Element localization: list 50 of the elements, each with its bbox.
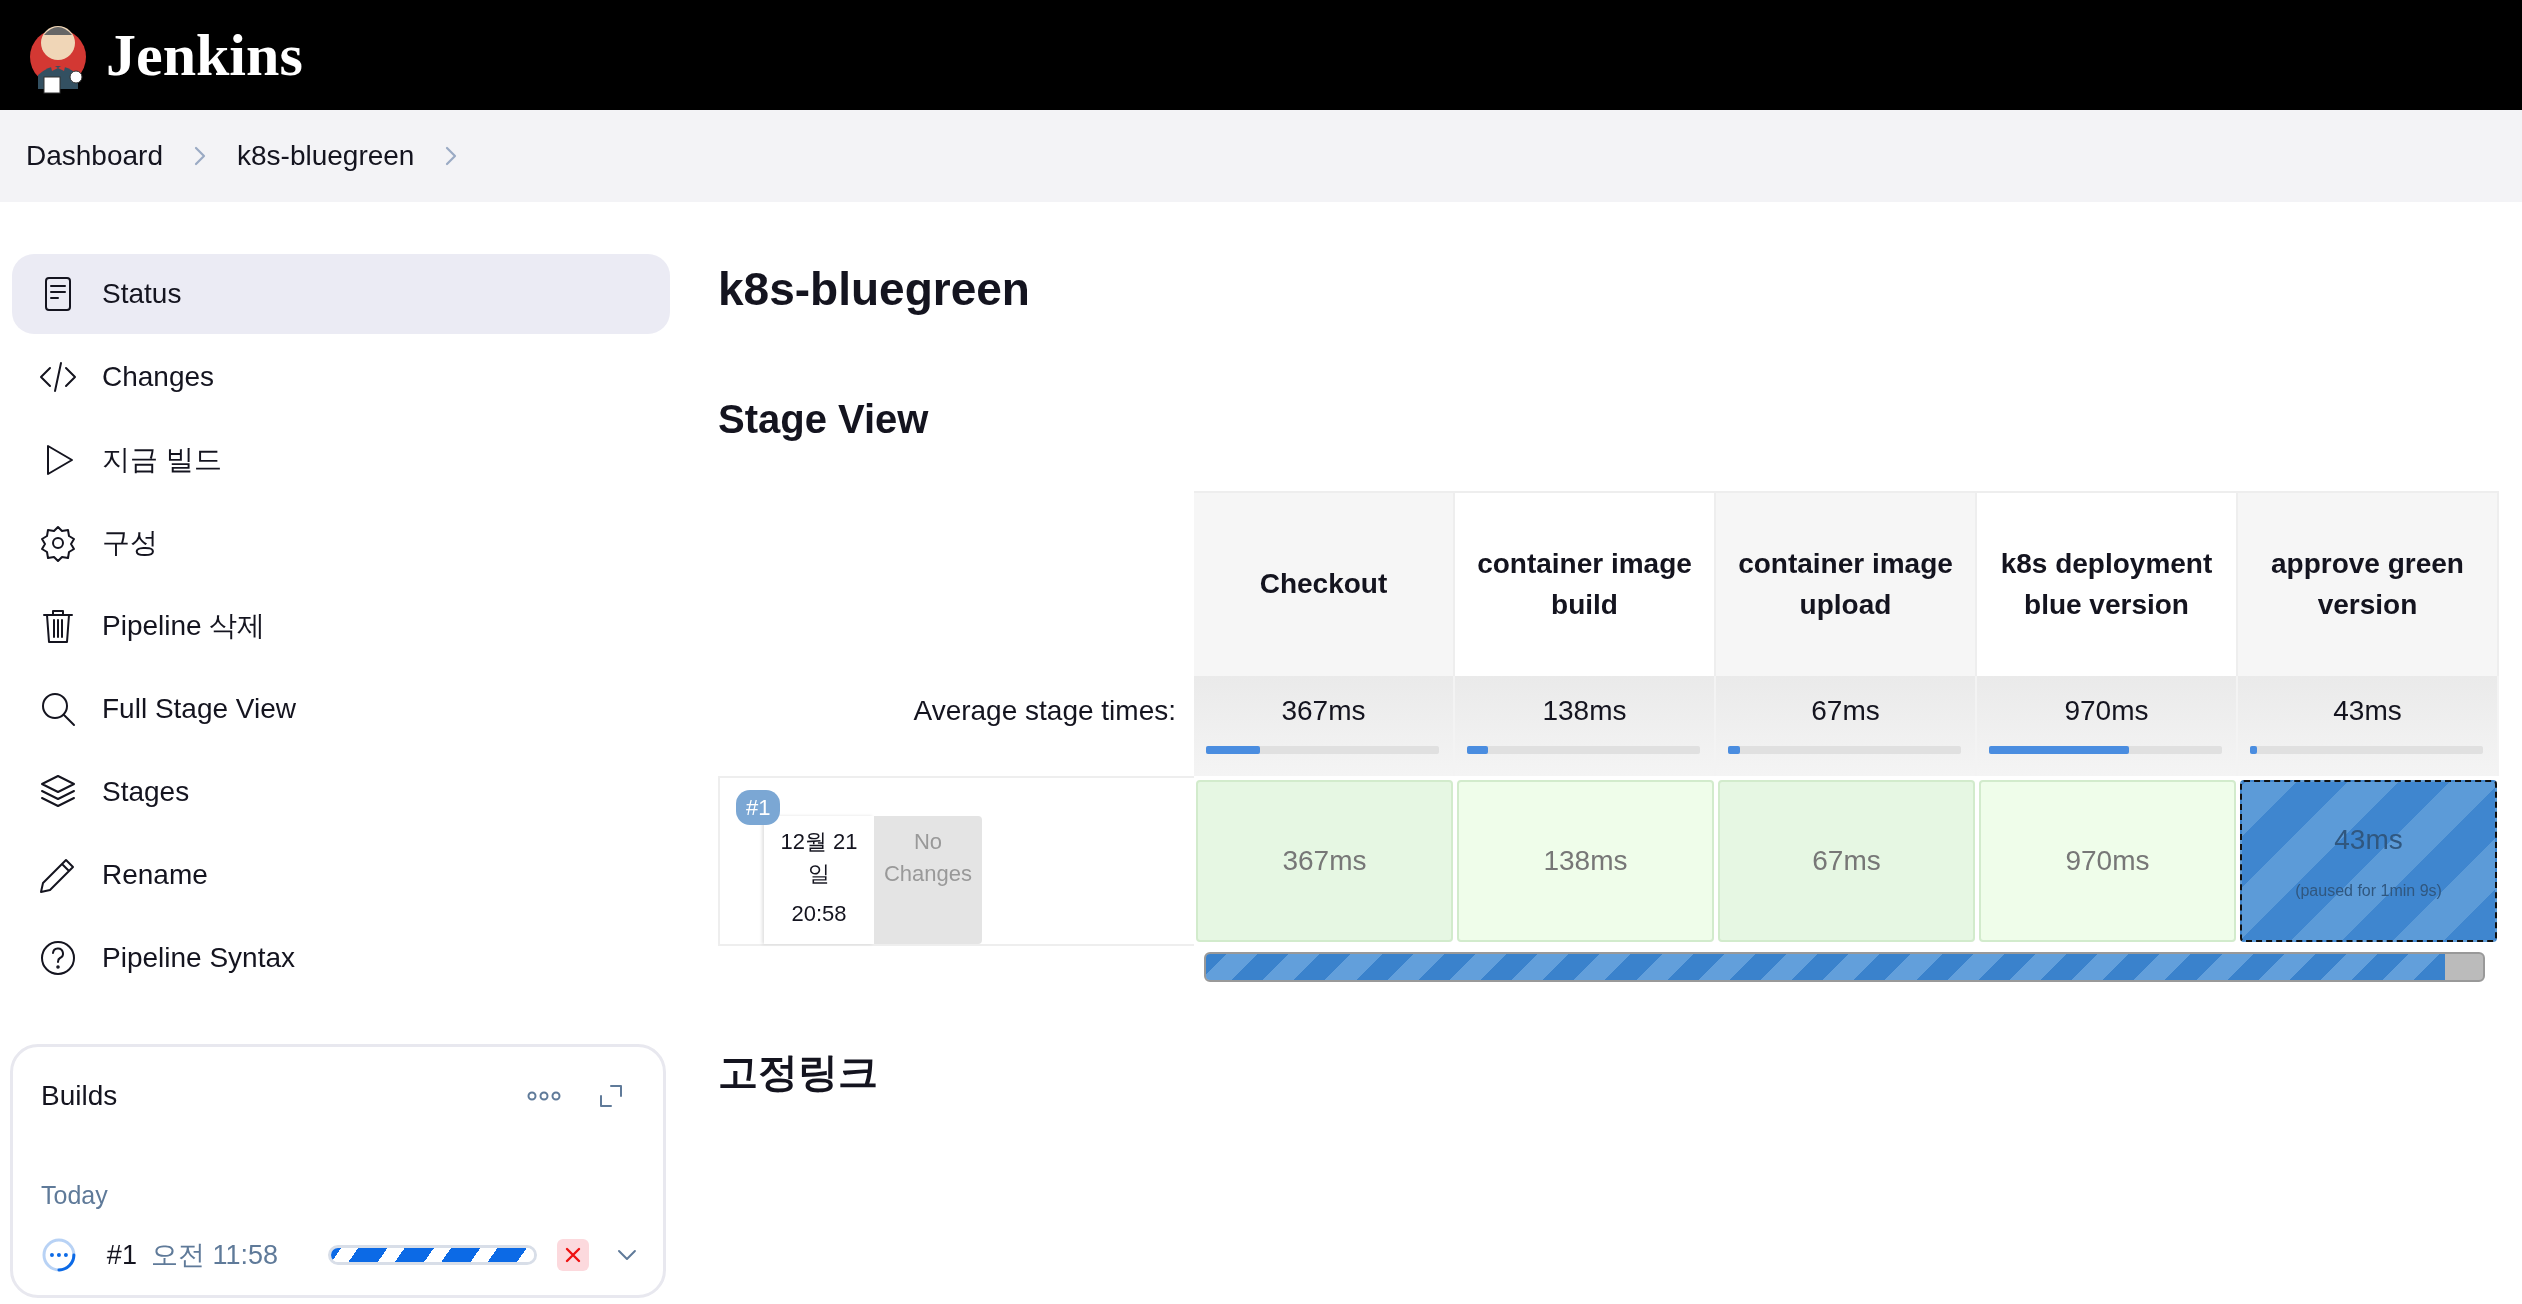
average-time: 67ms	[1810, 694, 1881, 729]
chevron-right-icon	[193, 144, 207, 168]
help-icon	[38, 938, 78, 978]
panel-title: Builds	[41, 1079, 119, 1113]
no-changes-label: No Changes	[883, 829, 973, 887]
pause-note: (paused for 1min 9s)	[2294, 881, 2443, 902]
sidebar-item[interactable]: Full Stage View	[12, 669, 670, 749]
average-times-label: Average stage times:	[913, 694, 1177, 729]
stage-duration: 970ms	[2064, 844, 2151, 879]
stage-result-cell[interactable]: 970ms	[1979, 780, 2236, 943]
stage-result-cell[interactable]: 138ms	[1457, 780, 1714, 943]
build-time: 오전 11:58	[150, 1238, 278, 1272]
stage-duration: 43ms	[2333, 823, 2404, 858]
average-time: 138ms	[1541, 694, 1628, 729]
sidebar-item[interactable]: Status	[12, 254, 670, 334]
stage-duration: 67ms	[1811, 844, 1882, 879]
more-icon	[527, 1090, 561, 1102]
stage-result-cell[interactable]: 367ms	[1196, 780, 1453, 943]
stage-header: container image upload	[1716, 491, 1977, 677]
sidebar-item[interactable]: Changes	[12, 337, 670, 417]
close-icon	[565, 1246, 582, 1263]
average-time: 367ms	[1280, 694, 1367, 729]
section-heading: 고정링크	[718, 1049, 879, 1097]
stage-result-cell[interactable]: 67ms	[1718, 780, 1975, 943]
average-time: 43ms	[2332, 694, 2403, 729]
settings-icon	[38, 523, 78, 563]
stage-duration: 138ms	[1542, 844, 1629, 879]
breadcrumb-link[interactable]: k8s-bluegreen	[237, 135, 415, 177]
build-date: 12월 21 일	[779, 828, 859, 889]
sidebar-item[interactable]: Stages	[12, 752, 670, 832]
sidebar-item[interactable]: Pipeline Syntax	[12, 918, 670, 998]
breadcrumb-link[interactable]: Dashboard	[26, 135, 163, 177]
stage-header: Checkout	[1194, 491, 1455, 677]
sidebar-item[interactable]: 구성	[12, 503, 670, 583]
average-time: 970ms	[2063, 694, 2150, 729]
stage-duration: 367ms	[1281, 844, 1368, 879]
sidebar-item[interactable]: Pipeline 삭제	[12, 586, 670, 666]
date-group-label: Today	[41, 1180, 109, 1211]
app-title[interactable]: Jenkins	[106, 10, 303, 100]
chevron-down-icon	[617, 1248, 637, 1261]
chevron-right-icon	[444, 144, 459, 168]
expand-icon	[599, 1084, 623, 1108]
stage-header: approve green version	[2238, 491, 2499, 677]
page-title: k8s-bluegreen	[718, 262, 1031, 317]
section-heading: Stage View	[718, 396, 930, 444]
sidebar-item[interactable]: 지금 빌드	[12, 420, 670, 500]
cancel-button[interactable]	[557, 1238, 590, 1271]
sidebar-item[interactable]: Rename	[12, 835, 670, 915]
build-time: 20:58	[790, 899, 848, 928]
build-number-link[interactable]: #1	[106, 1234, 137, 1275]
